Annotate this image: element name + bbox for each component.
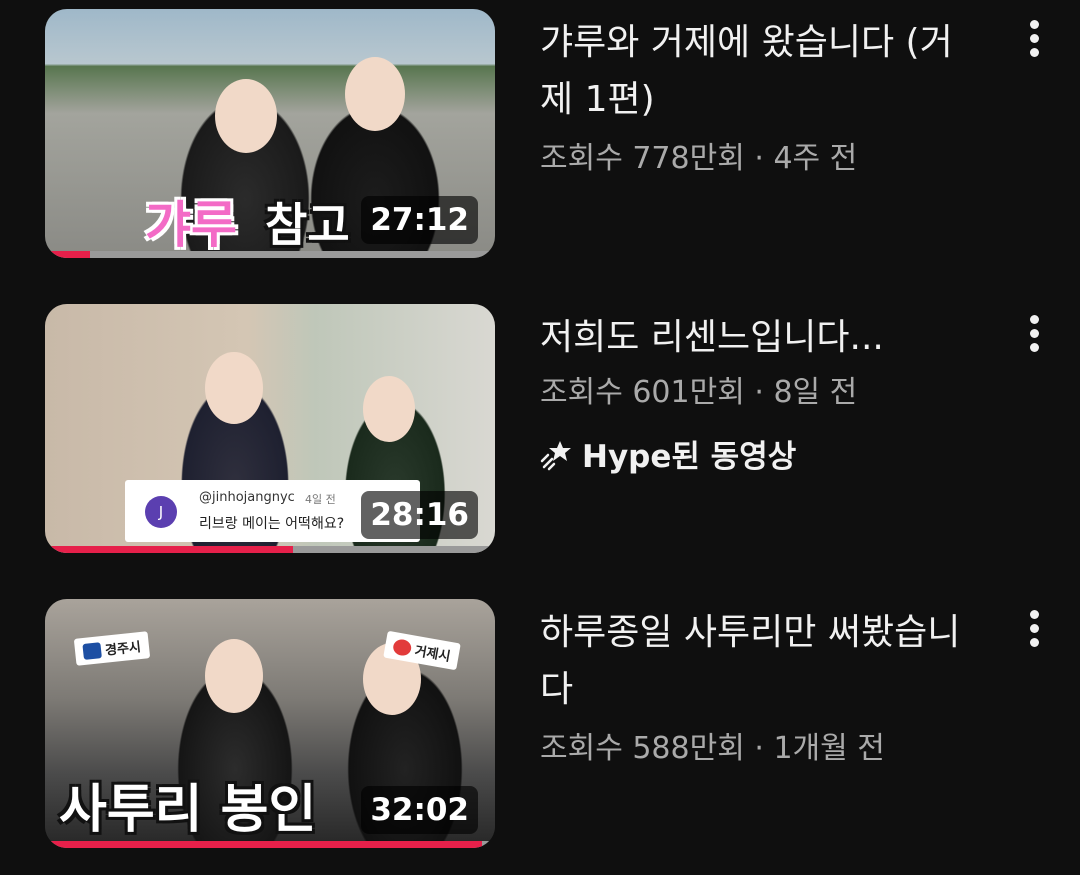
more-options-button[interactable] (1020, 311, 1050, 355)
video-thumbnail[interactable]: J @jinhojangnyc 4일 전 리브랑 메이는 어떡해요? 28:16 (45, 304, 495, 553)
more-vert-icon-dot (1030, 624, 1039, 633)
video-item[interactable]: 경주시 거제시 사투리 봉인 32:02 하루종일 사투리만 써봤습니다 조회수… (0, 590, 1080, 850)
video-metadata: 조회수 778만회 · 4주 전 (540, 133, 857, 177)
video-metadata: 조회수 588만회 · 1개월 전 (540, 723, 885, 767)
meta-separator: · (754, 731, 764, 766)
hype-badge: Hype된 동영상 (540, 431, 796, 476)
video-title[interactable]: 저희도 리센느입니다... (540, 309, 960, 366)
meta-separator: · (754, 375, 764, 410)
more-vert-icon-dot (1030, 34, 1039, 43)
thumbnail-person (345, 57, 405, 131)
more-options-button[interactable] (1020, 16, 1050, 60)
comment-username: @jinhojangnyc (199, 490, 295, 505)
thumbnail-person (205, 352, 263, 424)
city-emblem-icon (82, 641, 102, 660)
hype-icon (540, 440, 571, 470)
meta-separator: · (754, 141, 764, 176)
video-title[interactable]: 갸루와 거제에 왔습니다 (거제 1편) (540, 14, 980, 128)
thumbnail-caption: 사투리 봉인 (59, 780, 317, 840)
city-tag-label: 거제시 (413, 643, 452, 665)
view-count: 조회수 588만회 (540, 731, 745, 766)
city-emblem-icon (392, 637, 413, 657)
more-vert-icon-dot (1030, 329, 1039, 338)
watch-progress-bar (45, 841, 495, 848)
watch-progress-bar (45, 546, 495, 553)
more-vert-icon-dot (1030, 343, 1039, 352)
more-vert-icon (1030, 610, 1039, 619)
watch-progress-fill (45, 251, 90, 258)
duration-badge: 28:16 (361, 491, 478, 539)
video-title[interactable]: 하루종일 사투리만 써봤습니다 (540, 604, 980, 718)
view-count: 조회수 778만회 (540, 141, 745, 176)
watch-progress-fill (45, 546, 293, 553)
comment-age: 4일 전 (305, 493, 336, 506)
thumbnail-person (205, 639, 263, 713)
view-count: 조회수 601만회 (540, 375, 745, 410)
duration-badge: 27:12 (361, 196, 478, 244)
more-vert-icon-dot (1030, 48, 1039, 57)
comment-avatar: J (145, 496, 177, 528)
video-list: 갸루 참고 27:12 갸루와 거제에 왔습니다 (거제 1편) 조회수 778… (0, 0, 1080, 875)
watch-progress-fill (45, 841, 482, 848)
comment-text: 리브랑 메이는 어떡해요? (199, 516, 345, 532)
thumbnail-caption: 참고 (265, 198, 350, 252)
more-vert-icon (1030, 315, 1039, 324)
video-thumbnail[interactable]: 경주시 거제시 사투리 봉인 32:02 (45, 599, 495, 848)
thumbnail-caption: 갸루 (145, 196, 237, 254)
thumbnail-person (363, 376, 415, 442)
video-item[interactable]: 갸루 참고 27:12 갸루와 거제에 왔습니다 (거제 1편) 조회수 778… (0, 0, 1080, 260)
more-vert-icon (1030, 20, 1039, 29)
upload-age: 8일 전 (773, 375, 858, 410)
more-vert-icon-dot (1030, 638, 1039, 647)
video-item[interactable]: J @jinhojangnyc 4일 전 리브랑 메이는 어떡해요? 28:16… (0, 295, 1080, 555)
hype-label: Hype된 동영상 (582, 439, 797, 475)
upload-age: 1개월 전 (773, 731, 885, 766)
city-tag-label: 경주시 (104, 640, 142, 659)
duration-badge: 32:02 (361, 786, 478, 834)
more-options-button[interactable] (1020, 606, 1050, 650)
video-metadata: 조회수 601만회 · 8일 전 (540, 367, 857, 411)
video-thumbnail[interactable]: 갸루 참고 27:12 (45, 9, 495, 258)
thumbnail-person (215, 79, 277, 153)
watch-progress-bar (45, 251, 495, 258)
upload-age: 4주 전 (773, 141, 858, 176)
